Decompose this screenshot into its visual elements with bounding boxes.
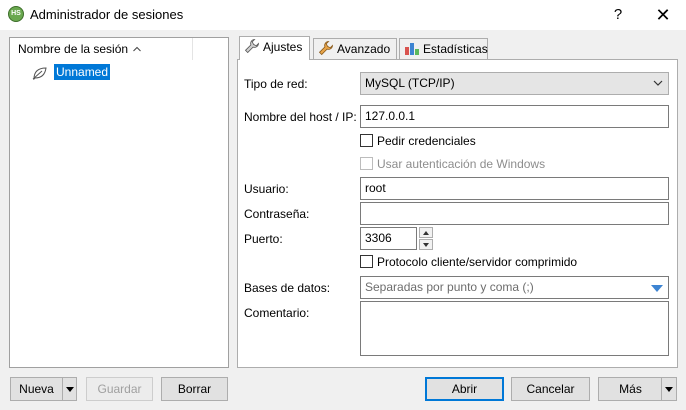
column-divider	[192, 38, 193, 60]
prompt-credentials-label[interactable]: Pedir credenciales	[377, 134, 476, 148]
tab-ajustes[interactable]: Ajustes	[239, 36, 310, 60]
title-bar: HS Administrador de sesiones ? ✕	[0, 0, 686, 30]
dropdown-arrow-icon[interactable]	[651, 285, 663, 292]
split-divider	[62, 378, 63, 400]
chevron-down-icon	[653, 80, 663, 86]
tab-avanzado[interactable]: Avanzado	[313, 38, 397, 59]
network-type-label: Tipo de red:	[244, 77, 308, 91]
windows-auth-label: Usar autenticación de Windows	[377, 157, 546, 171]
databases-label: Bases de datos:	[244, 281, 331, 295]
close-button[interactable]: ✕	[652, 4, 674, 26]
windows-auth-checkbox	[360, 157, 373, 170]
comment-label: Comentario:	[244, 306, 310, 320]
wrench-icon	[318, 41, 333, 56]
port-input[interactable]: 3306	[360, 227, 417, 250]
hostname-input[interactable]: 127.0.0.1	[360, 105, 669, 128]
new-button-label: Nueva	[19, 382, 54, 396]
network-type-select[interactable]: MySQL (TCP/IP)	[360, 72, 669, 95]
cancel-button[interactable]: Cancelar	[511, 377, 590, 401]
tab-estadisticas-label: Estadísticas	[423, 42, 488, 56]
tree-column-header[interactable]: Nombre de la sesión	[10, 38, 228, 60]
network-type-value: MySQL (TCP/IP)	[365, 76, 455, 90]
split-divider	[661, 378, 662, 400]
port-decrement-button[interactable]	[419, 239, 433, 250]
tree-column-header-label: Nombre de la sesión	[18, 42, 129, 56]
more-button[interactable]: Más	[598, 377, 677, 401]
password-label: Contraseña:	[244, 207, 310, 221]
databases-placeholder: Separadas por punto y coma (;)	[365, 280, 534, 294]
databases-input[interactable]: Separadas por punto y coma (;)	[360, 276, 669, 299]
session-tree[interactable]: Nombre de la sesión Unnamed	[9, 37, 229, 368]
session-item-unnamed[interactable]: Unnamed	[54, 64, 111, 80]
help-button[interactable]: ?	[608, 5, 628, 25]
open-button[interactable]: Abrir	[425, 377, 504, 401]
delete-button[interactable]: Borrar	[161, 377, 228, 401]
compressed-protocol-checkbox[interactable]	[360, 255, 373, 268]
compressed-protocol-label[interactable]: Protocolo cliente/servidor comprimido	[377, 255, 577, 269]
more-button-label: Más	[619, 382, 642, 396]
sort-ascending-icon	[133, 46, 141, 52]
prompt-credentials-checkbox[interactable]	[360, 134, 373, 147]
app-icon: HS	[8, 6, 24, 22]
wrench-icon	[244, 39, 259, 54]
password-input[interactable]	[360, 202, 669, 225]
comment-textarea[interactable]	[360, 301, 669, 356]
chevron-down-icon[interactable]	[665, 387, 673, 392]
port-increment-button[interactable]	[419, 227, 433, 238]
chevron-down-icon[interactable]	[66, 387, 74, 392]
user-input[interactable]: root	[360, 177, 669, 200]
port-label: Puerto:	[244, 232, 283, 246]
tab-avanzado-label: Avanzado	[337, 42, 391, 56]
session-leaf-icon	[32, 67, 47, 80]
user-label: Usuario:	[244, 182, 289, 196]
tab-estadisticas[interactable]: Estadísticas	[399, 38, 488, 59]
bar-chart-icon	[405, 43, 419, 55]
window-title: Administrador de sesiones	[30, 7, 184, 22]
hostname-label: Nombre del host / IP:	[244, 110, 357, 124]
tab-ajustes-label: Ajustes	[263, 40, 303, 54]
new-button[interactable]: Nueva	[10, 377, 77, 401]
save-button: Guardar	[86, 377, 153, 401]
